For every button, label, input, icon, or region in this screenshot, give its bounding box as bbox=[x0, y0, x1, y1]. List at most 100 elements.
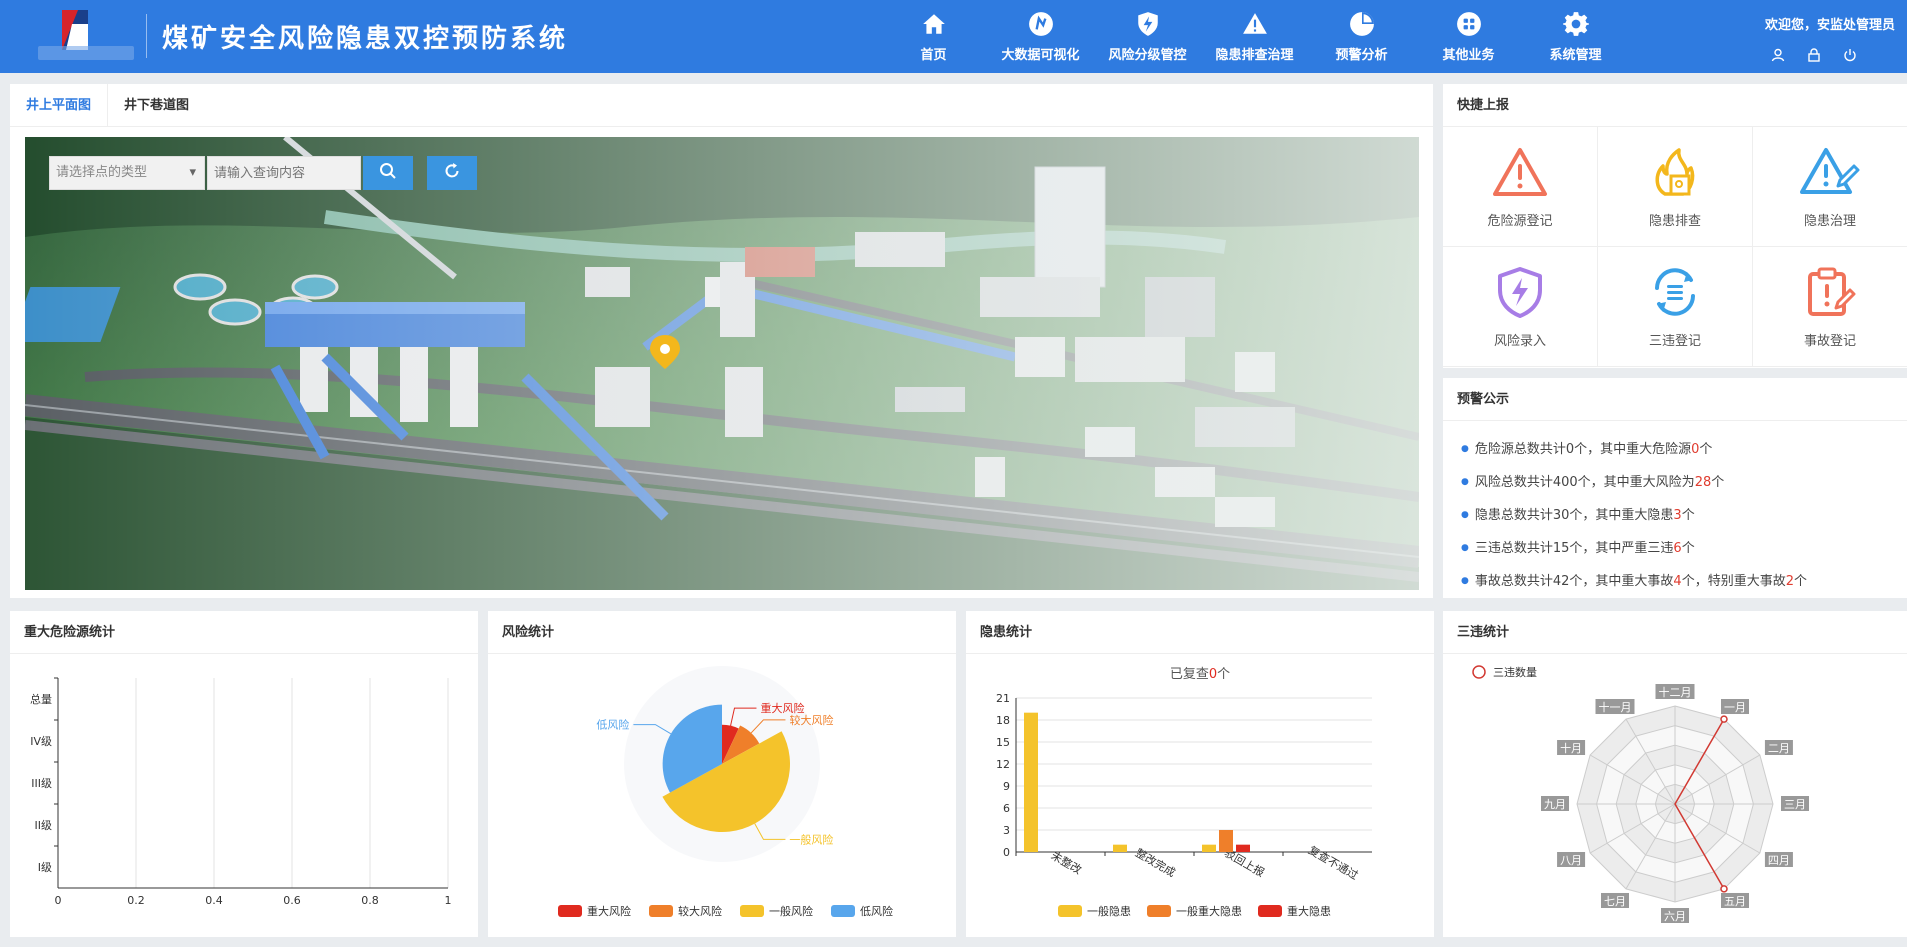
x-tick-label: 未整改 bbox=[1049, 848, 1085, 877]
radar-axis-label: 二月 bbox=[1768, 742, 1790, 755]
quick-report-grid: 危险源登记 隐患排查 隐患治理 风险录入 三违登记 事故登记 bbox=[1443, 127, 1907, 367]
search-button[interactable] bbox=[363, 156, 413, 190]
legend-swatch bbox=[1058, 905, 1082, 917]
nav-label: 系统管理 bbox=[1549, 48, 1602, 63]
power-icon[interactable] bbox=[1843, 47, 1857, 64]
quick-label: 风险录入 bbox=[1493, 334, 1546, 349]
quick-hazard-register[interactable]: 危险源登记 bbox=[1443, 127, 1598, 247]
user-icon[interactable] bbox=[1771, 47, 1785, 64]
search-input[interactable] bbox=[207, 156, 361, 190]
refresh-icon bbox=[443, 162, 461, 184]
chart-title: 重大危险源统计 bbox=[10, 611, 478, 654]
quick-violation-register[interactable]: 三违登记 bbox=[1598, 247, 1753, 367]
map-panel: 井上平面图 井下巷道图 请选择点的类型 ▾ 请输入查询内容 bbox=[10, 84, 1433, 598]
radar-axis-label: 八月 bbox=[1560, 854, 1582, 867]
nav-label: 隐患排查治理 bbox=[1215, 48, 1294, 63]
mine-aerial-image bbox=[25, 137, 1419, 590]
quick-hazard-govern[interactable]: 隐患治理 bbox=[1753, 127, 1907, 247]
bar bbox=[1202, 844, 1216, 852]
legend-swatch bbox=[1147, 905, 1171, 917]
x-tick-label: 整改完成 bbox=[1133, 845, 1178, 879]
risk-rose-chart: 重大风险较大风险一般风险低风险重大风险 较大风险 一般风险 低风险 bbox=[558, 666, 893, 918]
legend-swatch bbox=[558, 905, 582, 917]
nav-hazard-check[interactable]: 隐患排查治理 bbox=[1201, 0, 1308, 73]
nav-label: 预警分析 bbox=[1335, 48, 1388, 63]
radar-axis-label: 九月 bbox=[1544, 798, 1566, 811]
legend-label: 较大风险 bbox=[678, 904, 722, 918]
quick-risk-entry[interactable]: 风险录入 bbox=[1443, 247, 1598, 367]
top-header: 煤矿安全风险隐患双控预防系统 首页 大数据可视化 风险分级管控 隐患排查治理 预… bbox=[0, 0, 1907, 73]
nav-label: 大数据可视化 bbox=[1001, 48, 1080, 63]
x-tick-label: 0 bbox=[55, 894, 62, 907]
nav-warning-analysis[interactable]: 预警分析 bbox=[1308, 0, 1415, 73]
tab-surface-map[interactable]: 井上平面图 bbox=[10, 84, 109, 126]
lock-icon[interactable] bbox=[1807, 47, 1821, 64]
violation-chart-panel: 三违统计 十二月 一月 二月 三月 四月 五月 六月 七月 八月 九月 十月 十一月 三违数量 bbox=[1443, 611, 1907, 937]
bar bbox=[1219, 830, 1233, 852]
x-tick-label: 复查不通过 bbox=[1306, 843, 1361, 883]
radar-axis-label: 一月 bbox=[1724, 701, 1746, 714]
radar-point bbox=[1720, 885, 1728, 893]
nav-label: 其他业务 bbox=[1442, 48, 1495, 63]
bar bbox=[1024, 712, 1038, 852]
header-divider bbox=[146, 14, 147, 58]
x-tick-label: 0.4 bbox=[205, 894, 223, 907]
point-type-select[interactable]: 请选择点的类型 bbox=[49, 156, 205, 190]
main-nav: 首页 大数据可视化 风险分级管控 隐患排查治理 预警分析 其他业务 系统管理 bbox=[880, 0, 1629, 73]
list-item: 事故总数共计42个，其中重大事故4个，特别重大事故2个 bbox=[1461, 565, 1889, 598]
radar-axis-label: 七月 bbox=[1604, 895, 1626, 908]
radar-axis-label: 十一月 bbox=[1599, 700, 1632, 714]
radar-axis-label: 四月 bbox=[1768, 854, 1790, 867]
quick-label: 三违登记 bbox=[1648, 334, 1701, 349]
mine-aerial-map[interactable]: 请选择点的类型 bbox=[25, 137, 1419, 590]
quick-accident-register[interactable]: 事故登记 bbox=[1753, 247, 1907, 367]
bar bbox=[1236, 844, 1250, 852]
nav-other-business[interactable]: 其他业务 bbox=[1415, 0, 1522, 73]
nav-home[interactable]: 首页 bbox=[880, 0, 987, 73]
hazard-triangle-icon bbox=[1490, 144, 1550, 200]
shield-bolt-icon bbox=[1490, 264, 1550, 320]
chart-title: 隐患统计 bbox=[966, 611, 1434, 654]
violation-radar-chart: 十二月一月二月三月四月五月六月 七月 八月 九月 十月 十一月 三违数量 bbox=[1472, 665, 1809, 923]
shield-bolt-icon bbox=[1134, 10, 1162, 38]
nav-label: 首页 bbox=[920, 48, 947, 63]
hidden-danger-chart: 已复查0个036912151821未整改 整改完成 驳回上报 复查不通过一般隐患 一般重… bbox=[996, 667, 1372, 918]
radar-axis-label: 五月 bbox=[1724, 895, 1746, 908]
pie-label: 低风险 bbox=[596, 718, 629, 732]
warning-notice-list: 危险源总数共计0个，其中重大危险源0个 风险总数共计400个，其中重大风险为28… bbox=[1443, 421, 1907, 610]
quick-label: 隐患排查 bbox=[1648, 214, 1701, 229]
radar-axis-label: 十二月 bbox=[1659, 685, 1692, 699]
pie-label: 较大风险 bbox=[789, 713, 833, 727]
quick-report-panel: 快捷上报 危险源登记 隐患排查 隐患治理 风险录入 三违登记 事故登记 bbox=[1443, 84, 1907, 368]
y-tick-label: I级 bbox=[38, 861, 52, 874]
y-tick-label: 12 bbox=[996, 758, 1010, 771]
grid-icon bbox=[1455, 10, 1483, 38]
y-tick-label: 0 bbox=[1003, 846, 1010, 859]
quick-hazard-inspect[interactable]: 隐患排查 bbox=[1598, 127, 1753, 247]
legend-swatch bbox=[831, 905, 855, 917]
refresh-button[interactable] bbox=[427, 156, 477, 190]
y-tick-label: 6 bbox=[1003, 802, 1010, 815]
x-tick-label: 0.8 bbox=[361, 894, 379, 907]
x-tick-label: 0.2 bbox=[127, 894, 145, 907]
legend-label: 一般风险 bbox=[769, 904, 813, 918]
hidden-danger-chart-panel: 隐患统计 已复查0个 0 3 6 9 12 15 18 21 未整改 整改完成 驳回上报 复查不通过 一般… bbox=[966, 611, 1434, 937]
nav-system-management[interactable]: 系统管理 bbox=[1522, 0, 1629, 73]
warning-wrench-icon bbox=[1241, 10, 1269, 38]
x-tick-label: 0.6 bbox=[283, 894, 301, 907]
legend-label: 一般重大隐患 bbox=[1176, 904, 1242, 918]
warning-notice-title: 预警公示 bbox=[1443, 378, 1907, 421]
y-tick-label: 18 bbox=[996, 714, 1010, 727]
y-tick-label: 总量 bbox=[30, 692, 52, 706]
legend-label: 一般隐患 bbox=[1087, 905, 1131, 918]
map-tabs: 井上平面图 井下巷道图 bbox=[10, 84, 1433, 127]
radar-axis-label: 十月 bbox=[1560, 741, 1582, 755]
tab-underground-map[interactable]: 井下巷道图 bbox=[108, 84, 205, 126]
nav-risk-control[interactable]: 风险分级管控 bbox=[1094, 0, 1201, 73]
y-tick-label: 15 bbox=[996, 736, 1010, 749]
y-tick-label: IV级 bbox=[30, 735, 52, 748]
list-item: 隐患总数共计30个，其中重大隐患3个 bbox=[1461, 499, 1889, 532]
nav-bigdata[interactable]: 大数据可视化 bbox=[987, 0, 1094, 73]
y-tick-label: 9 bbox=[1003, 780, 1010, 793]
legend-label: 三违数量 bbox=[1493, 666, 1537, 679]
